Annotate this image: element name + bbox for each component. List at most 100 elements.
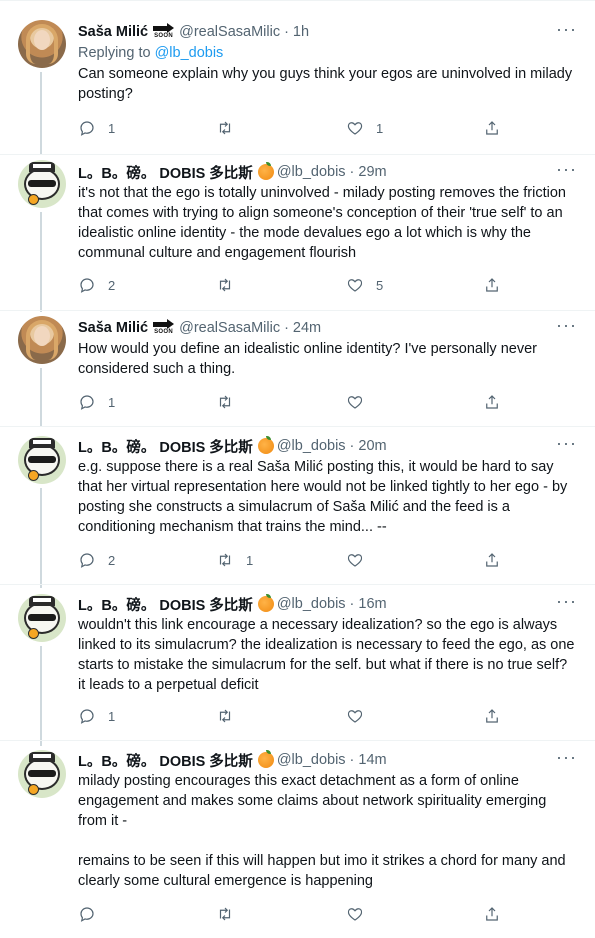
like-button[interactable] <box>346 905 376 923</box>
author-handle[interactable]: @lb_dobis <box>277 752 346 768</box>
author-name[interactable]: L。B。磅。 DOBIS 多比斯 <box>78 594 253 615</box>
retweet-count: 1 <box>246 552 254 568</box>
like-button[interactable]: 1 <box>346 119 383 137</box>
retweet-button[interactable]: 1 <box>216 551 253 569</box>
dot-separator: · <box>349 438 355 454</box>
retweet-button[interactable] <box>216 119 246 137</box>
share-button[interactable] <box>483 393 501 411</box>
reply-icon <box>80 395 94 410</box>
author-name[interactable]: L。B。磅。 DOBIS 多比斯 <box>78 750 253 771</box>
reply-button[interactable] <box>78 905 108 923</box>
orange-emoji-icon <box>257 750 274 768</box>
tweet-time[interactable]: 24m <box>293 320 321 336</box>
reply-button[interactable]: 1 <box>78 707 115 725</box>
heart-icon <box>347 908 363 921</box>
retweet-icon <box>219 395 231 409</box>
replying-mention[interactable]: @lb_dobis <box>155 45 224 61</box>
share-button[interactable] <box>483 551 501 569</box>
heart-icon <box>347 396 363 409</box>
tweet-header: L。B。磅。 DOBIS 多比斯 @lb_dobis · 16m <box>78 594 577 614</box>
replying-prefix: Replying to <box>78 45 155 61</box>
soon-arrow-icon: SOON <box>153 23 175 40</box>
dot-separator: · <box>284 24 289 40</box>
more-icon[interactable]: ··· <box>556 160 577 178</box>
frame-top-border <box>0 0 595 1</box>
reply-count: 2 <box>108 277 116 293</box>
reply-count: 1 <box>108 394 116 410</box>
tweet-time[interactable]: 20m <box>358 438 386 454</box>
tweet-actions: 1 <box>78 707 498 727</box>
tweet-separator <box>0 310 595 311</box>
tweet-time[interactable]: 1h <box>293 24 309 40</box>
like-button[interactable] <box>346 707 376 725</box>
more-icon[interactable]: ··· <box>556 434 577 452</box>
share-icon <box>486 709 498 723</box>
tweet[interactable]: L。B。磅。 DOBIS 多比斯 @lb_dobis · 14m ··· mil… <box>0 748 595 930</box>
reply-button[interactable]: 2 <box>78 276 115 294</box>
avatar-glasses <box>28 614 56 621</box>
share-button[interactable] <box>483 276 501 294</box>
orange-emoji-icon <box>257 436 274 454</box>
author-name[interactable]: Saša Milić <box>78 320 148 336</box>
reply-count: 2 <box>108 552 116 568</box>
tweet-actions: 1 1 <box>78 119 498 139</box>
like-button[interactable]: 5 <box>346 276 383 294</box>
more-icon[interactable]: ··· <box>556 592 577 610</box>
avatar[interactable] <box>18 436 66 484</box>
avatar[interactable] <box>18 750 66 798</box>
avatar-orange <box>28 470 39 481</box>
more-icon[interactable]: ··· <box>556 316 577 334</box>
retweet-button[interactable] <box>216 707 246 725</box>
avatar[interactable] <box>18 594 66 642</box>
avatar[interactable] <box>18 316 66 364</box>
like-button[interactable] <box>346 551 376 569</box>
author-handle[interactable]: @realSasaMilic <box>179 320 280 336</box>
like-button[interactable] <box>346 393 376 411</box>
author-handle[interactable]: @lb_dobis <box>277 438 346 454</box>
author-handle[interactable]: @realSasaMilic <box>179 24 280 40</box>
tweet-text: How would you define an idealistic onlin… <box>78 341 542 377</box>
retweet-button[interactable] <box>216 393 246 411</box>
share-button[interactable] <box>483 905 501 923</box>
dot-separator: · <box>349 596 355 612</box>
tweet-text: wouldn't this link encourage a necessary… <box>78 617 579 693</box>
tweet-time[interactable]: 16m <box>358 596 386 612</box>
tweet-text: Can someone explain why you guys think y… <box>78 66 577 102</box>
avatar-orange <box>28 628 39 639</box>
avatar-orange <box>28 784 39 795</box>
tweet-actions <box>78 905 498 925</box>
share-button[interactable] <box>483 119 501 137</box>
more-icon[interactable]: ··· <box>556 748 577 766</box>
retweet-icon <box>219 907 231 921</box>
avatar[interactable] <box>18 20 66 68</box>
reply-button[interactable]: 1 <box>78 119 115 137</box>
reply-icon <box>80 278 94 293</box>
dot-separator: · <box>349 752 355 768</box>
more-icon[interactable]: ··· <box>556 20 577 38</box>
avatar-hatband <box>33 440 51 444</box>
avatar-glasses <box>28 180 56 187</box>
author-name[interactable]: L。B。磅。 DOBIS 多比斯 <box>78 162 253 183</box>
author-name[interactable]: L。B。磅。 DOBIS 多比斯 <box>78 436 253 457</box>
orange-emoji-icon <box>257 594 274 612</box>
tweet-time[interactable]: 29m <box>358 164 386 180</box>
reply-button[interactable]: 1 <box>78 393 115 411</box>
tweet-actions: 2 5 <box>78 276 498 296</box>
tweet[interactable]: Saša Milić SOON @realSasaMilic · 1h ··· … <box>0 20 595 160</box>
tweet-actions: 1 <box>78 393 498 413</box>
retweet-button[interactable] <box>216 276 246 294</box>
share-button[interactable] <box>483 707 501 725</box>
author-handle[interactable]: @lb_dobis <box>277 164 346 180</box>
reply-button[interactable]: 2 <box>78 551 115 569</box>
retweet-icon <box>219 278 231 292</box>
avatar[interactable] <box>18 160 66 208</box>
tweet-separator <box>0 154 595 155</box>
author-name[interactable]: Saša Milić <box>78 24 148 40</box>
tweet-time[interactable]: 14m <box>358 752 386 768</box>
retweet-button[interactable] <box>216 905 246 923</box>
author-handle[interactable]: @lb_dobis <box>277 596 346 612</box>
tweet-header: L。B。磅。 DOBIS 多比斯 @lb_dobis · 14m <box>78 750 577 770</box>
share-icon <box>486 907 498 921</box>
dot-separator: · <box>349 164 355 180</box>
reply-icon <box>80 553 94 568</box>
